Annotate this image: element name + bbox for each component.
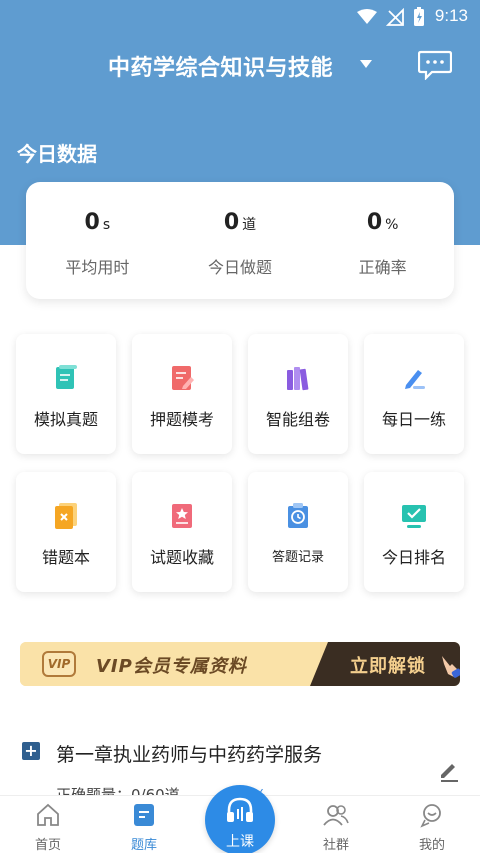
tab-home[interactable]: 首页 (8, 796, 88, 853)
profile-icon (420, 804, 441, 828)
headphones-icon (227, 797, 253, 822)
stat-label: 正确率 (358, 258, 407, 277)
no-signal-icon (386, 8, 404, 26)
tile-today-ranking[interactable]: 今日排名 (364, 472, 464, 592)
vip-banner[interactable]: VIP VIP会员专属资料 立即解锁 (20, 642, 460, 686)
tile-label: 每日一练 (381, 410, 446, 429)
wifi-icon (357, 9, 377, 24)
stat-label: 今日做题 (208, 258, 273, 277)
stat-label: 平均用时 (65, 258, 130, 277)
tile-label: 试题收藏 (149, 548, 214, 567)
chat-icon (417, 50, 453, 81)
home-icon (37, 803, 59, 826)
stat-value: 0% (366, 210, 399, 235)
community-icon (323, 805, 349, 826)
tile-label: 智能组卷 (265, 410, 330, 429)
tile-favorites[interactable]: 试题收藏 (132, 472, 232, 592)
pencil-icon (405, 370, 425, 389)
vip-text: VIP会员专属资料 (96, 656, 247, 677)
stat-accuracy: 0% 正确率 (311, 182, 454, 299)
edit-icon[interactable] (438, 760, 460, 782)
tile-smart-paper[interactable]: 智能组卷 (248, 334, 348, 454)
tab-label: 首页 (34, 838, 61, 853)
today-data-title: 今日数据 (17, 142, 97, 166)
books-icon (287, 367, 309, 391)
status-bar: 9:13 (0, 0, 480, 34)
stat-today-questions: 0道 今日做题 (169, 182, 312, 299)
tile-daily-practice[interactable]: 每日一练 (364, 334, 464, 454)
stat-value: 0道 (223, 210, 257, 235)
unlock-button[interactable]: 立即解锁 (350, 652, 426, 678)
tile-label: 押题模考 (149, 410, 214, 429)
tab-label: 题库 (130, 838, 157, 853)
tile-label: 今日排名 (381, 548, 446, 567)
feature-grid: 模拟真题 押题模考 智能组卷 每日一练 错题本 试题收藏 答题记录 今日排名 (16, 334, 464, 592)
document-edit-icon (172, 366, 194, 390)
tile-label: 答题记录 (271, 550, 324, 565)
scroll-icon (56, 365, 77, 389)
title-row: 中药学综合知识与技能 (0, 48, 480, 84)
subject-title[interactable]: 中药学综合知识与技能 (108, 50, 333, 82)
star-document-icon (172, 504, 192, 528)
tile-mock-exam[interactable]: 模拟真题 (16, 334, 116, 454)
tile-predicted-exam[interactable]: 押题模考 (132, 334, 232, 454)
status-time: 9:13 (434, 6, 468, 25)
tab-label: 社群 (322, 838, 349, 853)
battery-icon (414, 7, 424, 26)
pointing-hand-icon (442, 656, 460, 678)
expand-plus-icon[interactable]: + (22, 742, 40, 760)
question-bank-icon (134, 804, 154, 826)
tile-answer-records[interactable]: 答题记录 (248, 472, 348, 592)
tile-wrong-book[interactable]: 错题本 (16, 472, 116, 592)
chapter-title: 第一章执业药师与中药药学服务 (56, 744, 323, 766)
stat-value: 0s (84, 210, 111, 235)
vip-badge: VIP (42, 651, 76, 677)
wrong-note-icon (55, 503, 77, 529)
stats-card: 0s 平均用时 0道 今日做题 0% 正确率 (26, 182, 454, 299)
center-class-button[interactable]: 上课 (205, 785, 275, 853)
tab-profile[interactable]: 我的 (392, 796, 472, 853)
app-screen: 9:13 中药学综合知识与技能 今日数据 0s 平均用时 0道 今日做题 0% … (0, 0, 480, 853)
status-icons (357, 7, 425, 27)
tab-community[interactable]: 社群 (296, 796, 376, 853)
tab-label: 我的 (418, 838, 445, 853)
stat-average-time: 0s 平均用时 (26, 182, 169, 299)
tab-question-bank[interactable]: 题库 (104, 796, 184, 853)
monitor-check-icon (402, 505, 426, 528)
message-button[interactable] (417, 50, 453, 81)
tile-label: 错题本 (41, 548, 90, 567)
chevron-down-icon[interactable] (360, 60, 372, 68)
center-button-label: 上课 (226, 834, 254, 850)
tile-label: 模拟真题 (33, 410, 98, 429)
clipboard-clock-icon (288, 503, 308, 528)
